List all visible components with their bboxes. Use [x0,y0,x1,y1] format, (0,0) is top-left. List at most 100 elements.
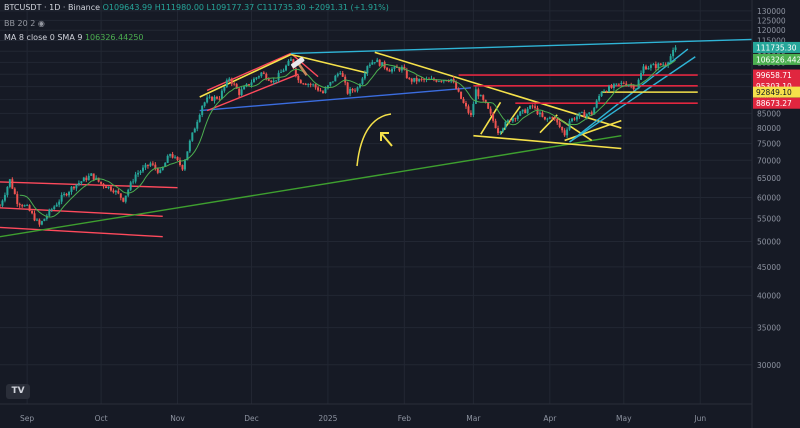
eye-icon[interactable]: ◉ [38,19,45,28]
candle-body [213,96,216,101]
candle-body [105,186,108,189]
candle-body [43,218,46,222]
candle-body [181,164,184,170]
candle-body [674,47,677,51]
bb-indicator-legend[interactable]: BB 20 2 ◉ [4,19,45,28]
candle-body [509,120,512,122]
candle-body [580,112,583,113]
candle-body [346,82,349,94]
candle-body [40,221,43,225]
candle-body [368,64,371,67]
candle-body [31,210,34,214]
candle-body [149,163,152,166]
candle-body [206,97,209,103]
candle-body [464,102,467,107]
bb-label: BB 20 2 [4,19,36,28]
candle-body [233,83,236,85]
candle-body [272,80,275,83]
candle-body [215,96,218,99]
candle-body [228,78,231,81]
candle-body [492,113,495,121]
candle-body [277,72,280,81]
candle-body [622,82,625,84]
candle-body [563,130,566,136]
candle-body [551,117,554,119]
candle-body [575,116,578,120]
candle-body [644,66,647,70]
candle-body [662,64,665,66]
candle-body [460,91,463,99]
candle-body [60,195,63,202]
candle-body [627,85,630,87]
candle-body [287,60,290,66]
level-tag-label: 88673.27 [756,99,792,108]
candle-body [139,171,142,173]
candle-body [506,120,509,122]
candle-body [393,66,396,69]
candle-body [8,179,11,187]
candle-body [455,82,458,89]
candle-body [378,59,381,66]
candle-body [324,88,327,94]
candle-body [588,112,591,115]
candle-body [188,140,191,152]
candle-body [526,108,529,113]
candle-body [363,73,366,79]
candle-body [371,62,374,65]
candle-body [304,83,307,85]
y-tick-label: 75000 [757,140,781,149]
candle-body [600,91,603,96]
candle-body [109,186,112,191]
candle-body [615,83,618,85]
candle-body [196,121,199,129]
candle-body [166,155,169,163]
candle-body [144,164,147,168]
x-tick-label: Dec [244,414,259,423]
candle-body [80,181,83,183]
candle-body [376,59,379,63]
candle-body [63,193,66,196]
tradingview-logo[interactable]: TV [6,384,30,399]
candle-body [504,121,507,129]
candle-body [605,91,608,92]
candle-body [659,63,662,65]
x-tick-label: Jun [693,414,706,423]
candle-body [107,186,110,189]
candle-body [440,81,443,82]
ma-indicator-legend[interactable]: MA 8 close 0 SMA 9 106326.44250 [4,33,144,42]
candle-body [423,79,426,81]
candle-body [617,83,620,85]
candle-body [225,80,228,87]
candle-body [114,190,117,193]
x-tick-label: 2025 [318,414,337,423]
y-tick-label: 125000 [757,16,786,25]
candle-body [519,111,522,116]
candle-body [647,67,650,70]
ma-value: 106326.44250 [84,33,144,42]
candle-body [386,67,389,70]
candle-body [536,107,539,115]
candle-body [302,83,305,85]
candle-body [657,63,660,69]
price-chart[interactable]: 1300001250001200001150001100001050001000… [0,0,800,428]
y-tick-label: 120000 [757,26,786,35]
candle-body [146,164,149,166]
candle-body [119,193,122,198]
candle-body [573,118,576,120]
y-tick-label: 35000 [757,324,781,333]
candle-body [238,88,241,95]
candle-body [198,114,201,122]
candle-body [248,84,251,86]
candle-body [408,78,411,79]
candle-body [531,105,534,107]
candle-body [462,98,465,103]
symbol-legend[interactable]: BTCUSDT · 1D · Binance O109643.99 H11198… [4,3,389,12]
candle-body [632,85,635,90]
candle-body [583,112,586,117]
candle-body [538,112,541,115]
candle-body [487,102,490,109]
candle-body [16,194,19,204]
candle-body [524,109,527,113]
candle-body [65,193,68,196]
level-tag-label: 92849.10 [756,88,792,97]
